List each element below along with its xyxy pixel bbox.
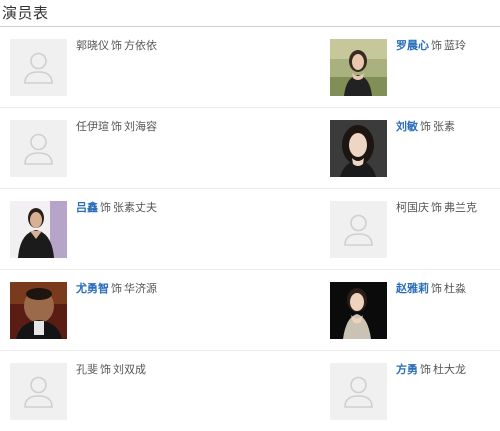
cast-entry: 尤勇智饰华济源 bbox=[10, 282, 240, 339]
cast-caption: 郭晓仪饰方依依 bbox=[76, 39, 157, 53]
cast-caption: 赵雅莉饰杜淼 bbox=[396, 282, 466, 296]
role-name: 刘海容 bbox=[124, 120, 157, 133]
cast-entry: 吕鑫饰张素丈夫 bbox=[10, 201, 240, 258]
actor-name-link[interactable]: 吕鑫 bbox=[76, 201, 98, 214]
role-name: 张素 bbox=[433, 120, 455, 133]
actor-name: 郭晓仪 bbox=[76, 39, 109, 52]
as-word: 饰 bbox=[431, 282, 442, 295]
placeholder-avatar-icon bbox=[10, 39, 67, 96]
section-title: 演员表 bbox=[2, 4, 49, 22]
cast-caption: 吕鑫饰张素丈夫 bbox=[76, 201, 157, 215]
actor-name-link[interactable]: 赵雅莉 bbox=[396, 282, 429, 295]
as-word: 饰 bbox=[431, 201, 442, 214]
role-name: 杜大龙 bbox=[433, 363, 466, 376]
role-name: 蓝玲 bbox=[444, 39, 466, 52]
as-word: 饰 bbox=[111, 282, 122, 295]
cast-entry: 孔斐饰刘双成 bbox=[10, 363, 240, 420]
actor-name-link[interactable]: 刘敏 bbox=[396, 120, 418, 133]
role-name: 杜淼 bbox=[444, 282, 466, 295]
as-word: 饰 bbox=[100, 201, 111, 214]
actor-photo[interactable] bbox=[330, 282, 387, 339]
as-word: 饰 bbox=[100, 363, 111, 376]
placeholder-avatar-icon bbox=[330, 201, 387, 258]
actor-photo[interactable] bbox=[10, 282, 67, 339]
cast-caption: 罗晨心饰蓝玲 bbox=[396, 39, 466, 53]
cast-caption: 尤勇智饰华济源 bbox=[76, 282, 157, 296]
as-word: 饰 bbox=[431, 39, 442, 52]
cast-entry: 郭晓仪饰方依依 bbox=[10, 39, 240, 96]
placeholder-avatar-icon bbox=[10, 120, 67, 177]
actor-name: 任伊瑄 bbox=[76, 120, 109, 133]
actor-name-link[interactable]: 罗晨心 bbox=[396, 39, 429, 52]
actor-name-link[interactable]: 方勇 bbox=[396, 363, 418, 376]
cast-row: 郭晓仪饰方依依 罗晨心饰蓝玲 bbox=[0, 27, 500, 108]
placeholder-avatar-icon bbox=[330, 363, 387, 420]
cast-entry: 方勇饰杜大龙 bbox=[330, 363, 495, 420]
actor-photo[interactable] bbox=[330, 39, 387, 96]
role-name: 华济源 bbox=[124, 282, 157, 295]
actor-photo[interactable] bbox=[10, 201, 67, 258]
cast-row: 吕鑫饰张素丈夫 柯国庆饰弗兰克 bbox=[0, 189, 500, 270]
cast-entry: 赵雅莉饰杜淼 bbox=[330, 282, 495, 339]
actor-photo[interactable] bbox=[330, 120, 387, 177]
cast-row: 尤勇智饰华济源 赵雅莉饰杜淼 bbox=[0, 270, 500, 351]
role-name: 弗兰克 bbox=[444, 201, 477, 214]
role-name: 刘双成 bbox=[113, 363, 146, 376]
as-word: 饰 bbox=[420, 120, 431, 133]
role-name: 张素丈夫 bbox=[113, 201, 157, 214]
cast-list-header: 演员表 bbox=[0, 0, 500, 27]
as-word: 饰 bbox=[111, 120, 122, 133]
cast-row: 任伊瑄饰刘海容 刘敏饰张素 bbox=[0, 108, 500, 189]
cast-caption: 柯国庆饰弗兰克 bbox=[396, 201, 477, 215]
cast-entry: 刘敏饰张素 bbox=[330, 120, 495, 177]
actor-name: 柯国庆 bbox=[396, 201, 429, 214]
actor-name: 孔斐 bbox=[76, 363, 98, 376]
cast-entry: 任伊瑄饰刘海容 bbox=[10, 120, 240, 177]
cast-caption: 刘敏饰张素 bbox=[396, 120, 455, 134]
cast-row: 孔斐饰刘双成 方勇饰杜大龙 bbox=[0, 351, 500, 431]
cast-caption: 任伊瑄饰刘海容 bbox=[76, 120, 157, 134]
as-word: 饰 bbox=[111, 39, 122, 52]
as-word: 饰 bbox=[420, 363, 431, 376]
cast-entry: 柯国庆饰弗兰克 bbox=[330, 201, 495, 258]
cast-entry: 罗晨心饰蓝玲 bbox=[330, 39, 495, 96]
actor-name-link[interactable]: 尤勇智 bbox=[76, 282, 109, 295]
role-name: 方依依 bbox=[124, 39, 157, 52]
cast-caption: 孔斐饰刘双成 bbox=[76, 363, 146, 377]
cast-grid: 郭晓仪饰方依依 罗晨心饰蓝玲 任伊瑄 饰 刘海容 刘敏 饰 张素 吕鑫 饰 张素… bbox=[0, 27, 500, 431]
placeholder-avatar-icon bbox=[10, 363, 67, 420]
cast-caption: 方勇饰杜大龙 bbox=[396, 363, 466, 377]
